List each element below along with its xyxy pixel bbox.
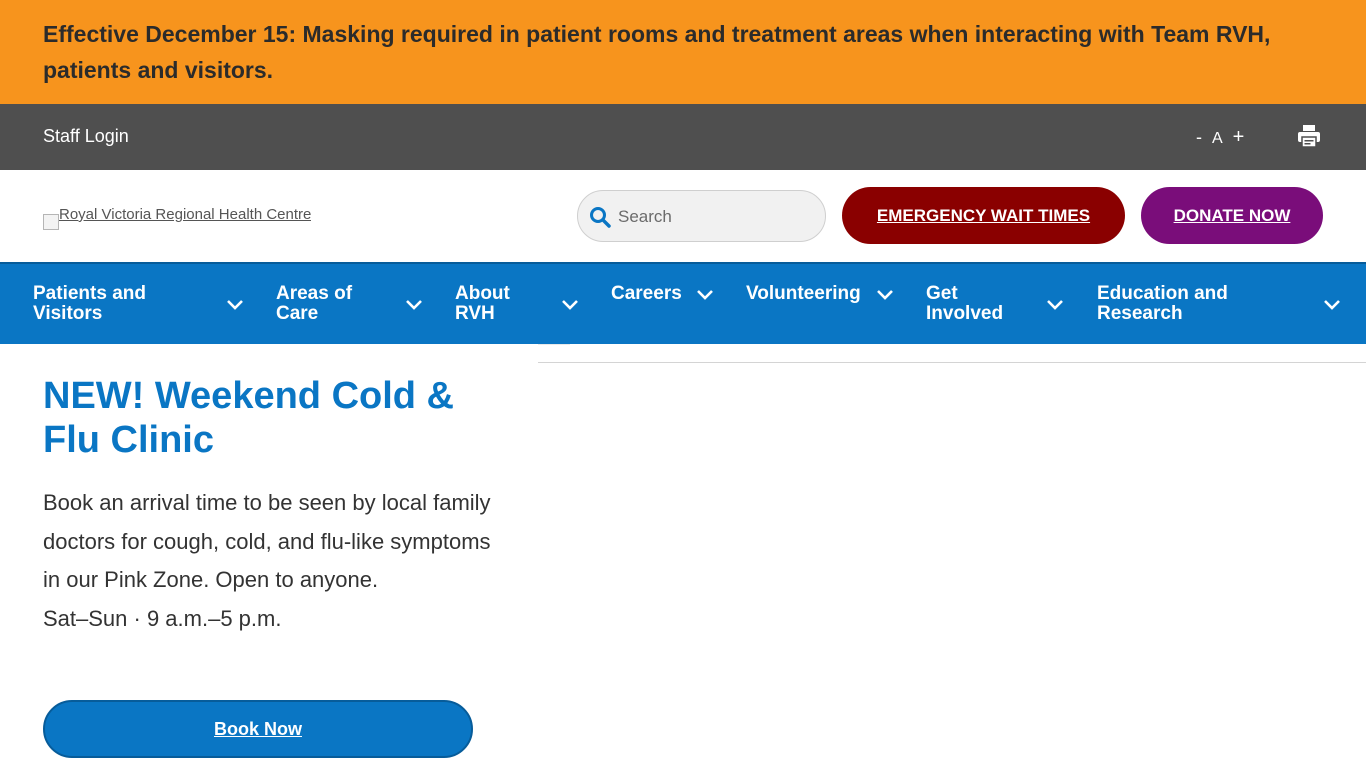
nav-item-volunteering[interactable]: Volunteering	[746, 284, 861, 304]
font-decrease-button[interactable]: -	[1196, 127, 1202, 148]
chevron-down-icon[interactable]	[1323, 299, 1341, 311]
divider	[538, 344, 570, 345]
nav-item-label: Visitors	[33, 303, 103, 324]
nav-item-label: Volunteering	[746, 283, 861, 304]
site-header: Royal Victoria Regional Health Centre EM…	[0, 170, 1366, 262]
promo-hours: Sat–Sun · 9 a.m.–5 p.m.	[43, 605, 282, 631]
donate-now-button[interactable]: DONATE NOW	[1141, 187, 1323, 244]
nav-item-label: Get	[926, 283, 958, 304]
nav-item-label: Patients and	[33, 283, 146, 304]
nav-item-label: Areas of	[276, 283, 353, 304]
search-icon[interactable]	[589, 206, 611, 228]
search-input[interactable]	[618, 203, 813, 231]
broken-image-icon	[43, 214, 59, 230]
book-now-button[interactable]: Book Now	[43, 700, 473, 758]
nav-item-areas-of-care[interactable]: Areas of Care	[276, 284, 352, 324]
chevron-down-icon[interactable]	[876, 289, 894, 301]
promo-title: NEW! Weekend Cold & Flu Clinic	[43, 375, 454, 461]
nav-item-label: Care	[276, 303, 319, 324]
nav-item-label: Involved	[926, 303, 1004, 324]
chevron-down-icon[interactable]	[696, 289, 714, 301]
alert-banner: Effective December 15: Masking required …	[0, 0, 1366, 104]
emergency-wait-times-button[interactable]: EMERGENCY WAIT TIMES	[842, 187, 1125, 244]
nav-item-label: RVH	[455, 303, 495, 324]
nav-item-education-and-research[interactable]: Education and Research	[1097, 284, 1228, 324]
nav-item-label: Education and	[1097, 283, 1228, 304]
font-size-controls: - A +	[1196, 126, 1244, 149]
promo-section: NEW! Weekend Cold & Flu Clinic Book an a…	[43, 374, 513, 638]
promo-body: Book an arrival time to be seen by local…	[43, 484, 513, 638]
logo-alt-text: Royal Victoria Regional Health Centre	[59, 208, 312, 222]
chevron-down-icon[interactable]	[561, 299, 579, 311]
chevron-down-icon[interactable]	[226, 299, 244, 311]
print-icon[interactable]	[1297, 124, 1321, 148]
nav-item-patients-and-visitors[interactable]: Patients and Visitors	[33, 284, 146, 324]
site-logo[interactable]: Royal Victoria Regional Health Centre	[43, 208, 311, 230]
chevron-down-icon[interactable]	[1046, 299, 1064, 311]
main-navigation: Patients and Visitors Areas of Care Abou…	[0, 262, 1366, 344]
utility-bar: Staff Login - A +	[0, 104, 1366, 170]
chevron-down-icon[interactable]	[405, 299, 423, 311]
nav-item-label: About	[455, 283, 510, 304]
nav-item-careers[interactable]: Careers	[611, 284, 682, 304]
nav-item-about-rvh[interactable]: About RVH	[455, 284, 510, 324]
font-increase-button[interactable]: +	[1233, 126, 1245, 149]
alert-text: Effective December 15: Masking required …	[43, 21, 1271, 83]
search-box	[577, 190, 826, 242]
nav-item-label: Research	[1097, 303, 1183, 324]
font-reset-button[interactable]: A	[1212, 130, 1223, 148]
staff-login-link[interactable]: Staff Login	[43, 126, 129, 147]
nav-item-get-involved[interactable]: Get Involved	[926, 284, 1003, 324]
divider	[538, 362, 1366, 363]
promo-description: Book an arrival time to be seen by local…	[43, 490, 491, 592]
nav-item-label: Careers	[611, 283, 682, 304]
